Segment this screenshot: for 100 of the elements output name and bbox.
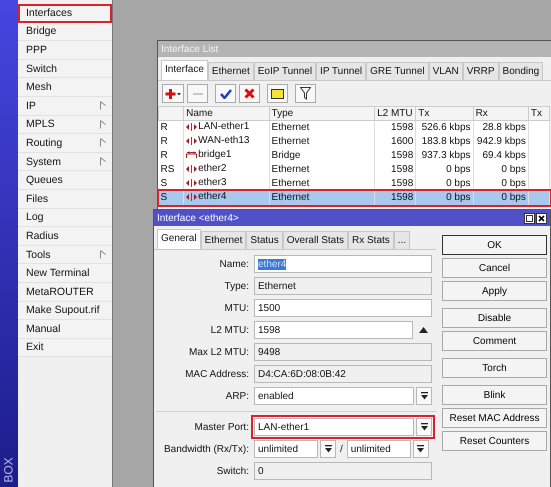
enable-button[interactable] [215,84,236,103]
column-header[interactable]: Rx [473,106,528,120]
table-cell: WAN-eth13 [198,135,250,147]
tab[interactable]: VLAN [428,62,463,80]
table-cell: R [158,135,184,149]
tab[interactable]: Ethernet [200,231,246,249]
ethernet-icon [186,165,198,173]
column-header[interactable]: L2 MTU [374,106,416,120]
menu-item[interactable]: Tools [18,246,112,264]
dropdown-arrow-icon [420,423,428,431]
field-label: Name: [218,258,250,270]
input-field[interactable]: 1500 [254,299,432,317]
table-cell: 28.8 kbps [473,120,528,135]
bridge-icon [186,151,198,159]
input-field[interactable]: 9498 [254,343,432,361]
tab[interactable]: EoIP Tunnel [254,62,316,80]
menu-item[interactable]: Exit [18,338,112,358]
tab[interactable]: Bonding [498,62,544,80]
dialog-button[interactable]: Torch [442,358,547,378]
input-field[interactable]: unlimited [346,440,411,458]
ethernet-icon [186,179,198,187]
dialog-button[interactable]: Comment [442,331,547,351]
field-label: Master Port: [194,422,250,432]
input-field[interactable]: Ethernet [254,277,432,295]
close-icon[interactable] [536,212,547,224]
table-cell: 526.6 kbps [416,120,474,135]
dialog-button[interactable]: Apply [442,281,547,301]
dropdown-field[interactable]: enabled [254,387,414,405]
table-cell: Ethernet [269,163,375,177]
table-cell: 0 bps [473,191,528,205]
column-header[interactable]: Tx [416,106,474,120]
column-header[interactable]: Name [184,106,270,120]
tab[interactable]: ... [394,231,410,249]
input-field[interactable]: D4:CA:6D:08:0B:42 [254,365,432,383]
tab[interactable]: GRE Tunnel [366,62,429,80]
tab[interactable]: General [157,229,201,249]
menu-item[interactable]: Bridge [18,22,112,42]
dialog-button[interactable]: OK [442,235,547,255]
table-cell: 183.8 kbps [416,135,474,149]
tab[interactable]: IP Tunnel [316,62,366,80]
tab[interactable]: Overall Stats [282,231,348,249]
menu-item[interactable]: Make Supout.rif [18,302,112,320]
input-field[interactable]: 1598 [254,321,413,339]
table-cell: ether2 [198,163,226,175]
dropdown-arrow-icon [417,445,424,453]
column-header[interactable]: Tx [528,106,550,120]
ethernet-icon [186,193,198,201]
add-button[interactable] [162,84,184,103]
maximize-icon[interactable] [524,212,535,224]
comment-button[interactable] [267,84,288,103]
disable-button[interactable] [239,84,260,103]
tab[interactable]: Status [246,231,283,249]
table-cell: R [158,120,184,135]
table-cell: 0 bps [416,191,474,205]
cross-icon [244,88,255,99]
table-cell: Bridge [269,149,375,163]
table-cell: 1600 [374,135,416,149]
table-cell: ether4 [198,191,226,203]
field-label: L2 MTU: [210,324,250,336]
collapse-arrow-icon[interactable] [419,327,428,333]
field-label: Max L2 MTU: [188,346,250,358]
field-label: Type: [224,280,250,292]
dropdown-field[interactable]: LAN-ether1 [254,418,414,436]
dropdown-arrow-icon [420,392,428,400]
filter-button[interactable] [295,84,316,103]
table-cell: 937.3 kbps [416,149,474,163]
menu-item[interactable]: Log [18,208,112,228]
brand-label: BOX [2,457,16,483]
field-label: MTU: [224,302,250,314]
dialog-button[interactable]: Blink [442,385,547,405]
dropdown-button[interactable] [416,387,432,405]
dropdown-button[interactable] [412,440,429,458]
input-field[interactable]: 0 [254,462,432,480]
dropdown-button[interactable] [320,440,336,458]
table-cell: Ethernet [269,135,375,149]
tab[interactable]: Ethernet [208,62,254,80]
column-header[interactable]: Type [269,106,375,120]
window-title: Interface List [158,41,551,57]
dropdown-button[interactable] [416,418,432,436]
tab[interactable]: Interface [161,60,208,80]
input-field[interactable]: unlimited [254,440,318,458]
field-label: ARP: [224,390,250,402]
note-icon [271,88,284,98]
tab[interactable]: Rx Stats [348,231,394,249]
field-label: Switch: [216,466,250,476]
dialog-button[interactable]: Reset Counters [442,431,547,451]
tab[interactable]: VRRP [462,62,499,80]
table-cell: 1598 [374,149,416,163]
menu-item[interactable]: MPLS [18,116,112,134]
table-cell: LAN-ether1 [198,121,250,133]
dialog-button[interactable]: Cancel [442,258,547,278]
table-cell: S [158,191,184,205]
menu-item[interactable]: Interfaces [18,4,112,23]
plus-icon [165,88,181,100]
dialog-button[interactable]: Reset MAC Address [442,408,547,428]
separator-label: / [340,444,343,454]
checkmark-icon [220,88,232,98]
dialog-button[interactable]: Disable [442,308,547,328]
field-label: Bandwidth (Rx/Tx): [162,444,250,454]
table-cell: Ethernet [269,120,375,135]
